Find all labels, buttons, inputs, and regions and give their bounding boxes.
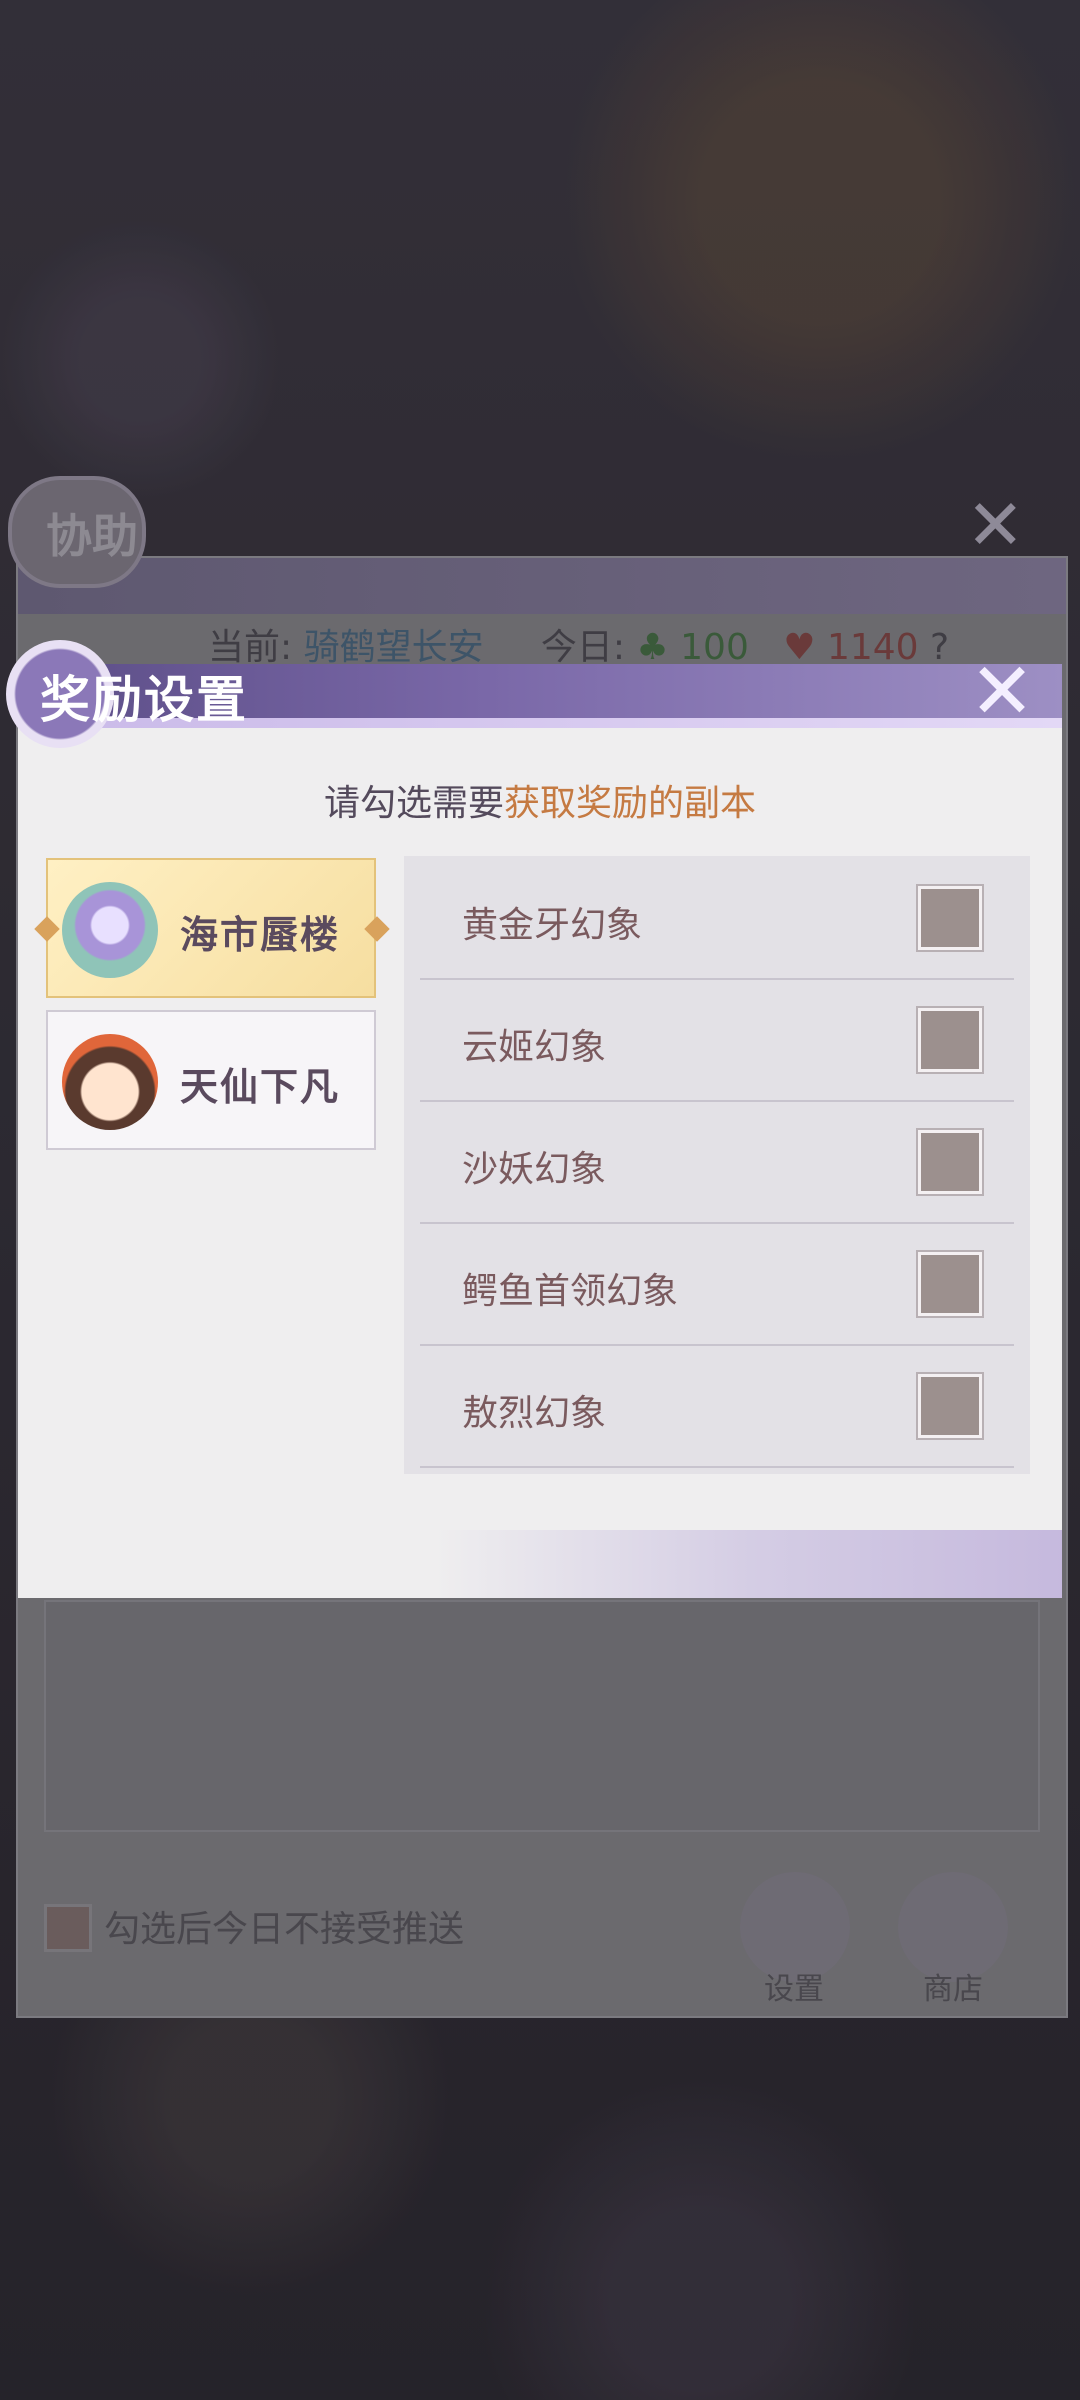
reward-item-row[interactable]: 敖烈幻象 — [420, 1346, 1014, 1468]
reward-item-checkbox[interactable] — [918, 886, 982, 950]
help-icon: ? — [930, 627, 950, 668]
shop-button-label: 商店 — [923, 1972, 983, 2007]
category-label: 海市蜃楼 — [180, 912, 341, 957]
today-label: 今日: — [540, 627, 625, 668]
clover-icon: ♣ — [636, 627, 669, 668]
reward-item-checkbox[interactable] — [918, 1252, 982, 1316]
category-label: 天仙下凡 — [180, 1064, 341, 1109]
character-portrait-icon — [62, 1034, 158, 1130]
reward-item-label: 鳄鱼首领幻象 — [462, 1271, 679, 1312]
assist-lower-area — [44, 1600, 1040, 1832]
settings-button-label: 设置 — [764, 1972, 824, 2007]
heart-icon: ♥ — [783, 627, 816, 668]
category-card-tianxian[interactable]: 天仙下凡 — [46, 1010, 376, 1150]
heart-count: 1140 — [826, 627, 919, 668]
current-route: 骑鹤望长安 — [303, 627, 484, 668]
category-card-haishi[interactable]: 海市蜃楼 — [34, 858, 390, 998]
reward-item-label: 沙妖幻象 — [462, 1149, 607, 1190]
dialog-title: 奖励设置 — [40, 670, 248, 729]
reward-item-checkbox[interactable] — [918, 1008, 982, 1072]
clover-count: 100 — [680, 627, 749, 668]
push-opt-out-label: 勾选后今日不接受推送 — [104, 1909, 465, 1950]
close-icon[interactable]: ✕ — [962, 652, 1042, 732]
assist-panel-header — [18, 558, 1066, 614]
reward-item-label: 敖烈幻象 — [462, 1393, 607, 1434]
reward-item-row[interactable]: 鳄鱼首领幻象 — [420, 1224, 1014, 1346]
reward-item-label: 云姬幻象 — [462, 1027, 607, 1068]
instruction-highlight: 获取奖励的副本 — [504, 783, 757, 824]
reward-item-checkbox[interactable] — [918, 1130, 982, 1194]
dialog-bottom-decoration — [18, 1530, 1062, 1598]
assist-panel-title: 协助 — [46, 509, 138, 563]
assist-close-icon: ✕ — [966, 484, 1025, 566]
instruction-prefix: 请勾选需要 — [323, 783, 504, 824]
reward-item-checkbox[interactable] — [918, 1374, 982, 1438]
instruction-text: 请勾选需要获取奖励的副本 — [0, 774, 1080, 826]
reward-item-row[interactable]: 云姬幻象 — [420, 980, 1014, 1102]
reward-item-row[interactable]: 沙妖幻象 — [420, 1102, 1014, 1224]
reward-item-label: 黄金牙幻象 — [462, 905, 643, 946]
reward-item-row[interactable]: 黄金牙幻象 — [420, 858, 1014, 980]
assist-status-line: 当前: 骑鹤望长安 今日: ♣ 100 ♥ 1140 ? — [208, 618, 949, 670]
pearl-shell-icon — [62, 882, 158, 978]
push-opt-out-checkbox — [44, 1904, 92, 1952]
